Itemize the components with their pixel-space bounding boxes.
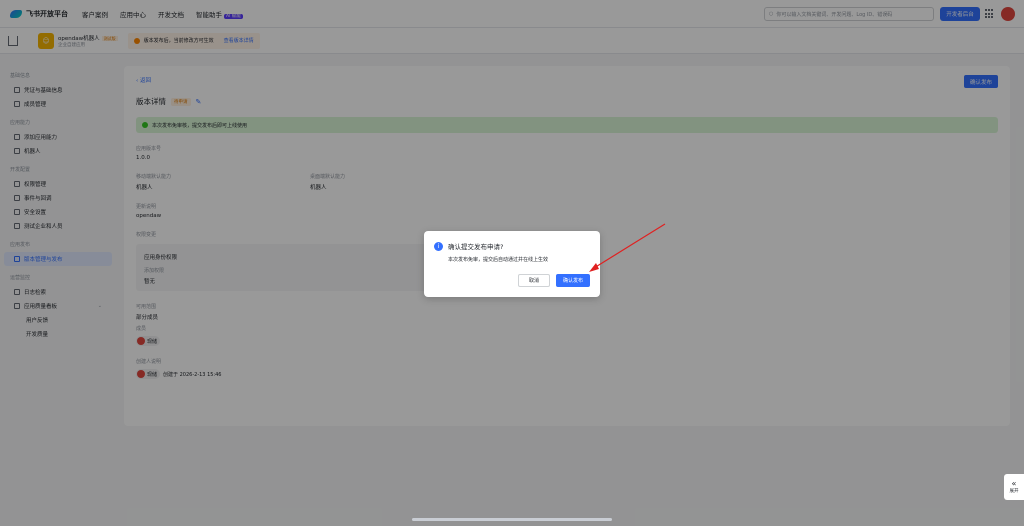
home-indicator — [412, 518, 612, 521]
arrow-head — [589, 263, 599, 272]
double-chevron-left-icon: « — [1011, 479, 1017, 488]
arrow-line — [593, 223, 666, 269]
annotation-arrow — [589, 223, 666, 272]
expand-panel-button[interactable]: « 展开 — [1004, 474, 1024, 500]
